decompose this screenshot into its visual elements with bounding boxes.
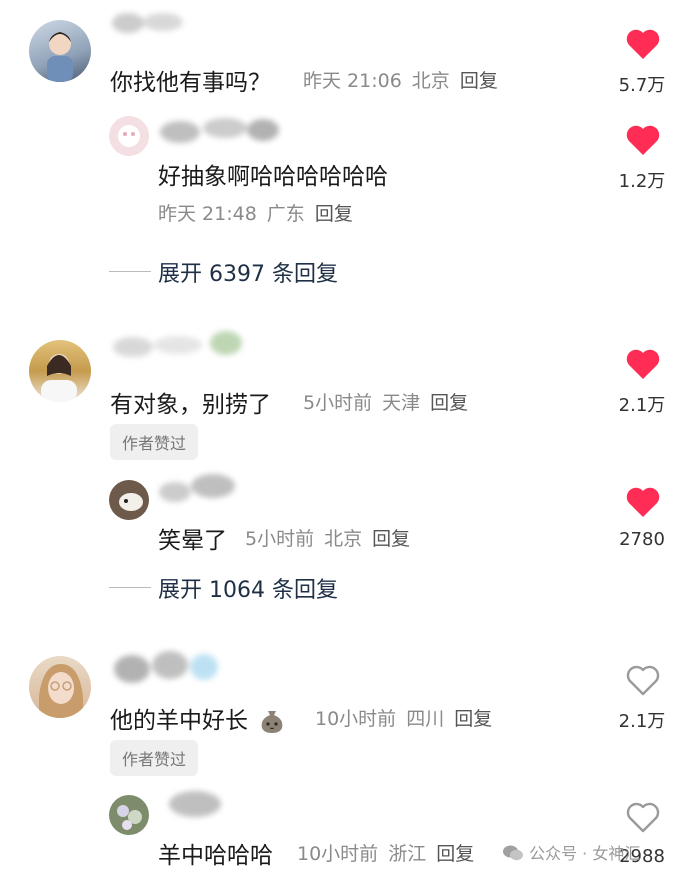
reply-time: 10小时前	[297, 843, 379, 865]
comment-text: 有对象，别捞了	[110, 392, 271, 418]
comment-meta: 昨天 21:06 北京 回复	[303, 66, 508, 93]
comment-location: 天津	[382, 392, 421, 414]
divider	[109, 587, 151, 588]
heart-outline-icon[interactable]	[625, 663, 661, 697]
heart-outline-icon[interactable]	[625, 800, 661, 834]
reply-location: 广东	[266, 203, 305, 225]
like-count: 2780	[619, 529, 665, 550]
comment-time: 10小时前	[315, 708, 397, 730]
heart-filled-icon[interactable]	[625, 123, 661, 157]
reply-button[interactable]: 回复	[372, 528, 410, 550]
author-liked-badge: 作者赞过	[110, 424, 199, 460]
expand-replies-button[interactable]: 展开 6397 条回复	[158, 256, 338, 288]
like-count: 2.1万	[618, 711, 666, 732]
reply-button[interactable]: 回复	[436, 843, 474, 865]
like-count: 5.7万	[618, 75, 666, 96]
heart-filled-icon[interactable]	[625, 347, 661, 381]
comment-time: 5小时前	[303, 392, 373, 414]
reply-text: 好抽象啊哈哈哈哈哈哈	[158, 164, 388, 190]
comment-text-content: 他的羊中好长	[110, 708, 248, 734]
author-liked-badge: 作者赞过	[110, 740, 199, 776]
reply-button[interactable]: 回复	[315, 203, 353, 225]
avatar-image	[117, 805, 142, 830]
avatar-image	[41, 354, 77, 402]
watermark-text: 公众号 · 女神汇	[529, 844, 641, 863]
avatar-image	[118, 125, 140, 147]
reply-time: 昨天 21:48	[158, 203, 257, 225]
username-blurred[interactable]	[108, 643, 228, 691]
avatar-image	[119, 493, 143, 511]
reply-text: 羊中哈哈哈	[158, 843, 273, 869]
username-blurred[interactable]	[155, 468, 245, 508]
avatar[interactable]	[109, 116, 149, 156]
heart-filled-icon[interactable]	[625, 485, 661, 519]
username-blurred[interactable]	[160, 782, 230, 822]
comment-meta: 5小时前 天津 回复	[303, 388, 478, 415]
reply-meta: 昨天 21:48 广东 回复	[158, 199, 363, 226]
divider	[109, 271, 151, 272]
reply-text: 笑晕了	[158, 528, 227, 554]
username-blurred[interactable]	[155, 112, 285, 148]
reply-location: 北京	[324, 528, 363, 550]
avatar[interactable]	[29, 340, 91, 402]
watermark: 公众号 · 女神汇	[502, 840, 640, 864]
heart-filled-icon[interactable]	[625, 27, 661, 61]
reply-meta: 10小时前 浙江 回复	[297, 839, 484, 866]
like-count: 1.2万	[618, 171, 666, 192]
comment-text: 你找他有事吗？	[110, 70, 271, 96]
username-blurred[interactable]	[108, 325, 248, 365]
wechat-icon	[503, 845, 523, 861]
comment-location: 北京	[411, 70, 450, 92]
expand-replies-button[interactable]: 展开 1064 条回复	[158, 572, 338, 604]
reply-button[interactable]: 回复	[454, 708, 492, 730]
comment-text: 他的羊中好长	[110, 701, 287, 735]
reply-time: 5小时前	[245, 528, 315, 550]
like-count: 2.1万	[618, 395, 666, 416]
reply-button[interactable]: 回复	[460, 70, 498, 92]
money-bag-emoji-icon	[261, 711, 283, 733]
comment-location: 四川	[406, 708, 445, 730]
comment-time: 昨天 21:06	[303, 70, 402, 92]
comment-meta: 10小时前 四川 回复	[315, 704, 502, 731]
reply-location: 浙江	[388, 843, 427, 865]
avatar[interactable]	[29, 656, 91, 718]
avatar-image	[39, 664, 83, 718]
avatar[interactable]	[109, 480, 149, 520]
avatar[interactable]	[29, 20, 91, 82]
avatar[interactable]	[109, 795, 149, 835]
reply-meta: 5小时前 北京 回复	[245, 524, 420, 551]
reply-button[interactable]: 回复	[430, 392, 468, 414]
username-blurred[interactable]	[108, 8, 188, 38]
avatar-image	[47, 32, 73, 82]
